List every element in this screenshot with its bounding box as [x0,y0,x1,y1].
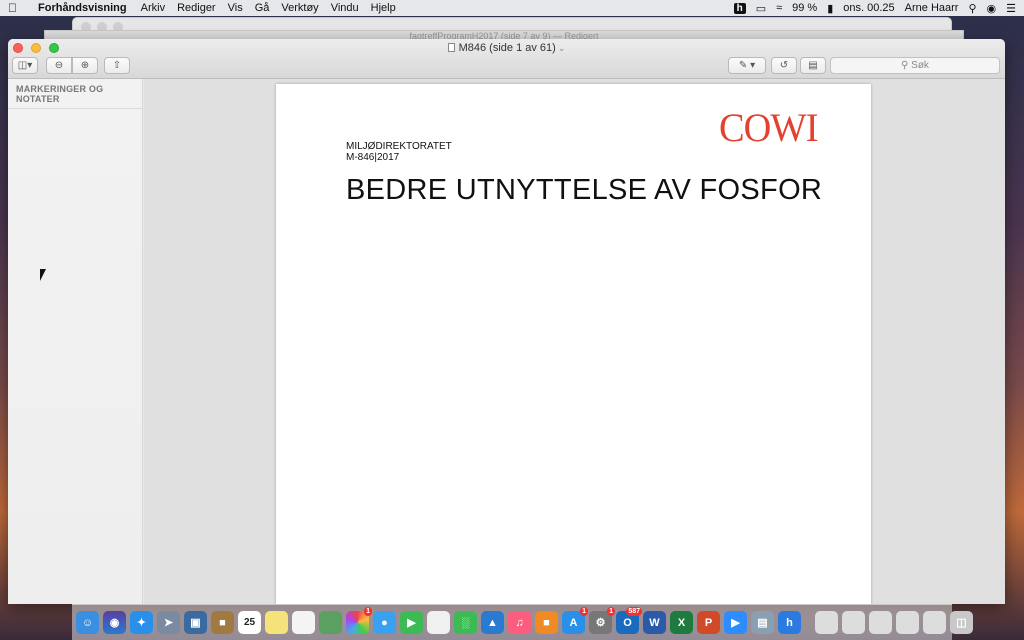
zoom-out-button[interactable]: ⊖ [46,57,72,74]
downloads-stack-icon[interactable] [815,611,838,634]
spotlight-search-icon[interactable]: ⚲ [968,2,976,15]
notes-icon[interactable] [265,611,288,634]
menu-arkiv[interactable]: Arkiv [141,2,165,14]
mouse-cursor-icon [40,269,46,281]
battery-icon[interactable]: ▮ [827,2,833,15]
preview-window: M846 (side 1 av 61) ⌄ ◫▾ ⊖ ⊕ ⇧ ✎ ▾ ↺ ▤ ⚲ … [8,39,1005,604]
menu-hjelp[interactable]: Hjelp [371,2,396,14]
itunes-icon[interactable]: ♫ [508,611,531,634]
user-name[interactable]: Arne Haarr [905,2,959,14]
search-icon: ⚲ [901,60,912,71]
notification-center-icon[interactable]: ☰ [1006,2,1016,15]
menu-rediger[interactable]: Rediger [177,2,216,14]
harvest-icon[interactable]: h [778,611,801,634]
harvest-status-icon[interactable]: h [733,2,746,14]
powerpoint-icon[interactable]: P [697,611,720,634]
dock: ☺ ◉ ✦ ➤ ▣ ■ 25 1 ● ▶ ░ ▲ ♫ ■ A1 ⚙ 1 O 587 … [72,604,973,640]
rotate-button[interactable]: ↺ [771,57,797,74]
trash-icon[interactable]: ◫ [950,611,973,634]
word-icon[interactable]: W [643,611,666,634]
zoom-out-icon: ⊖ [54,60,64,71]
chevron-down-icon: ⌄ [557,43,566,53]
apple-menu-icon[interactable]:  [8,1,28,15]
document-stack-4-icon[interactable] [923,611,946,634]
window-titlebar[interactable]: M846 (side 1 av 61) ⌄ ◫▾ ⊖ ⊕ ⇧ ✎ ▾ ↺ ▤ ⚲ … [8,39,1005,79]
share-button[interactable]: ⇧ [104,57,130,74]
window-title[interactable]: M846 (side 1 av 61) ⌄ [8,42,1005,54]
rotate-icon: ↺ [779,60,789,71]
zoom-in-icon: ⊕ [80,60,90,71]
toolbox-button[interactable]: ▤ [800,57,826,74]
menu-bar:  Forhåndsvisning Arkiv Rediger Vis Gå V… [0,0,1024,16]
calendar-icon[interactable]: 25 [238,611,261,634]
sidebar-header: MARKERINGER OG NOTATER [8,79,142,109]
wifi-icon[interactable]: ≈ [776,2,782,14]
search-input[interactable]: ⚲ Søk [830,57,1000,74]
menu-verktoy[interactable]: Verktøy [281,2,318,14]
finder-icon[interactable]: ☺ [76,611,99,634]
keynote-icon[interactable]: ▲ [481,611,504,634]
sidebar-toggle-button[interactable]: ◫▾ [12,57,38,74]
pages-icon[interactable] [427,611,450,634]
document-stack-3-icon[interactable] [896,611,919,634]
siri-icon[interactable]: ◉ [987,2,997,15]
toolbox-icon: ▤ [808,60,818,71]
airplay-icon[interactable]: ▭ [756,2,766,15]
screenshot-icon[interactable]: ▤ [751,611,774,634]
numbers-icon[interactable]: ░ [454,611,477,634]
organization-block: MILJØDIREKTORATET M-846|2017 [346,141,452,163]
launchpad-icon[interactable]: ➤ [157,611,180,634]
appstore-badge: 1 [580,607,588,616]
menu-vindu[interactable]: Vindu [331,2,359,14]
siri-dock-icon[interactable]: ◉ [103,611,126,634]
document-stack-2-icon[interactable] [869,611,892,634]
outlook-icon[interactable]: O 587 [616,607,642,634]
pen-icon: ✎ ▾ [738,60,756,71]
preview-app-icon[interactable]: ▣ [184,611,207,634]
app-store-icon[interactable]: A1 [562,607,588,634]
menu-app-name[interactable]: Forhåndsvisning [38,2,127,14]
safari-icon[interactable]: ✦ [130,611,153,634]
menu-ga[interactable]: Gå [255,2,270,14]
reminders-icon[interactable] [292,611,315,634]
clock[interactable]: ons. 00.25 [843,2,894,14]
calendar-day: 25 [243,617,256,628]
excel-icon[interactable]: X [670,611,693,634]
organization-name: MILJØDIREKTORATET [346,141,452,152]
zoom-icon[interactable]: ▶ [724,611,747,634]
document-page[interactable]: COWI MILJØDIREKTORATET M-846|2017 BEDRE … [276,84,871,604]
document-icon [447,43,455,52]
contacts-icon[interactable]: ■ [211,611,234,634]
photos-badge: 1 [364,607,372,616]
document-title: BEDRE UTNYTTELSE AV FOSFOR [346,174,823,206]
sidebar-icon: ◫▾ [17,60,33,71]
markup-button[interactable]: ✎ ▾ [728,57,766,74]
system-preferences-icon[interactable]: ⚙ 1 [589,607,615,634]
maps-icon[interactable] [319,611,342,634]
document-stack-icon[interactable] [842,611,865,634]
document-view[interactable]: COWI MILJØDIREKTORATET M-846|2017 BEDRE … [144,79,1005,604]
ibooks-icon[interactable]: ■ [535,611,558,634]
search-placeholder: Søk [911,60,929,71]
zoom-in-button[interactable]: ⊕ [72,57,98,74]
messages-icon[interactable]: ● [373,611,396,634]
prefs-badge: 1 [607,607,615,616]
facetime-icon[interactable]: ▶ [400,611,423,634]
window-title-text: M846 (side 1 av 61) [458,42,556,54]
battery-percent[interactable]: 99 % [792,2,817,14]
outlook-badge: 587 [626,607,642,616]
share-icon: ⇧ [112,60,122,71]
menu-vis[interactable]: Vis [228,2,243,14]
sidebar[interactable]: MARKERINGER OG NOTATER [8,79,143,604]
photos-icon[interactable]: 1 [346,607,372,634]
report-number: M-846|2017 [346,152,400,163]
cowi-logo: COWI [719,105,818,150]
